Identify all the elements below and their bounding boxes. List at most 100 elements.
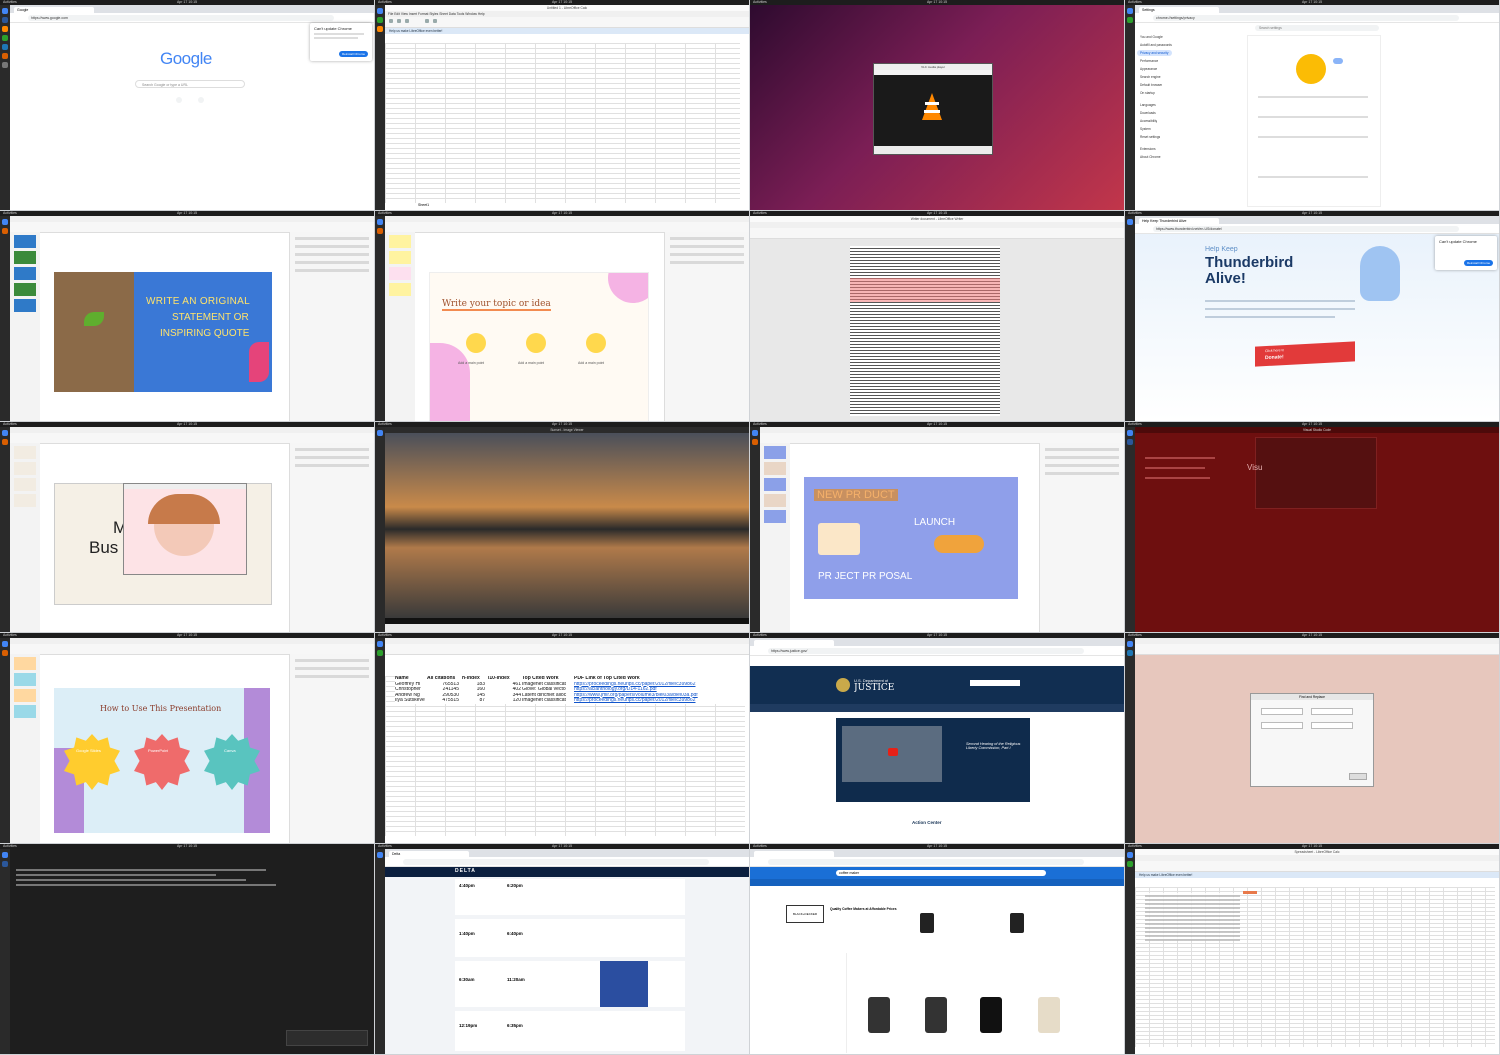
slide-thumb[interactable] — [389, 235, 411, 248]
impress-icon[interactable] — [752, 439, 758, 445]
play-icon[interactable] — [888, 748, 898, 756]
slide-thumb[interactable] — [764, 478, 786, 491]
settings-nav-item[interactable]: Search engine — [1140, 75, 1161, 79]
slide-thumb[interactable] — [14, 251, 36, 264]
close-button[interactable] — [1349, 773, 1367, 780]
address-bar[interactable]: https://www.google.com — [28, 14, 334, 21]
settings-nav-item[interactable]: About Chrome — [1140, 155, 1161, 159]
property-row[interactable] — [295, 261, 369, 264]
cell-grid[interactable] — [385, 43, 740, 203]
property-row[interactable] — [295, 456, 369, 459]
chrome-icon[interactable] — [1127, 8, 1133, 14]
settings-nav-item[interactable]: Autofill and passwords — [1140, 43, 1172, 47]
property-row[interactable] — [295, 269, 369, 272]
property-row[interactable] — [295, 667, 369, 670]
replace-input[interactable] — [1311, 722, 1353, 729]
selected-cell[interactable] — [1243, 891, 1257, 894]
settings-nav-item[interactable]: Performance — [1140, 59, 1158, 63]
settings-nav-item[interactable]: Default browser — [1140, 83, 1162, 87]
vlc-controls[interactable] — [874, 146, 992, 154]
product-image[interactable] — [925, 997, 947, 1033]
product-image[interactable] — [980, 997, 1002, 1033]
slide-thumb[interactable] — [14, 283, 36, 296]
donate-badge[interactable]: Click here to Donate! — [1255, 341, 1355, 367]
property-row[interactable] — [670, 261, 744, 264]
property-row[interactable] — [295, 245, 369, 248]
vlc-menu[interactable] — [874, 70, 992, 75]
impress-icon[interactable] — [377, 228, 383, 234]
property-row[interactable] — [1045, 448, 1119, 451]
viewer-controls[interactable] — [385, 624, 749, 632]
chrome-icon[interactable] — [1127, 430, 1133, 436]
bold-icon[interactable] — [425, 19, 429, 23]
slide-thumb[interactable] — [14, 705, 36, 718]
document-page[interactable] — [850, 246, 1000, 416]
cell-i10[interactable]: 120 — [488, 698, 522, 704]
writer-icon[interactable] — [1127, 650, 1133, 656]
brand-logo[interactable]: BLACK+DECKER — [786, 905, 824, 923]
property-row[interactable] — [1045, 456, 1119, 459]
calc-icon[interactable] — [2, 35, 8, 41]
slide-thumb[interactable] — [764, 462, 786, 475]
activities-label[interactable]: Activities — [753, 0, 767, 5]
slide-thumb[interactable] — [14, 462, 36, 475]
address-bar[interactable]: https://www.justice.gov/ — [768, 647, 1084, 654]
property-row[interactable] — [670, 253, 744, 256]
chrome-icon[interactable] — [1127, 852, 1133, 858]
property-row[interactable] — [1045, 464, 1119, 467]
slide-thumb[interactable] — [389, 251, 411, 264]
property-row[interactable] — [295, 448, 369, 451]
slide-canvas[interactable]: Write your topic or idea Add a main poin… — [429, 272, 649, 421]
slide-thumb[interactable] — [14, 235, 36, 248]
calc-icon[interactable] — [1127, 861, 1133, 867]
flight-card[interactable]: 12:19pm 6:35pm — [455, 1011, 685, 1051]
command-palette[interactable] — [1255, 437, 1377, 509]
slide-canvas[interactable]: How to Use This Presentation Google Slid… — [54, 688, 270, 833]
flight-card[interactable]: 6:30am 11:20am — [455, 961, 685, 1007]
chrome-icon[interactable] — [377, 219, 383, 225]
chrome-icon[interactable] — [2, 8, 8, 14]
slide-thumb[interactable] — [14, 689, 36, 702]
doj-nav[interactable] — [750, 704, 1124, 712]
cell-top-work[interactable]: Imagenet classificat — [522, 698, 574, 704]
settings-search-input[interactable]: Search settings — [1255, 25, 1379, 31]
vlc-icon[interactable] — [377, 26, 383, 32]
product-image[interactable] — [920, 913, 934, 933]
slide-thumb[interactable] — [389, 283, 411, 296]
calc-icon[interactable] — [377, 17, 383, 23]
google-search-input[interactable]: Search Google or type a URL — [135, 80, 245, 88]
slide-thumb[interactable] — [389, 267, 411, 280]
chrome-icon[interactable] — [2, 852, 8, 858]
slide-thumb[interactable] — [14, 478, 36, 491]
chrome-icon[interactable] — [2, 641, 8, 647]
filter-sidebar[interactable] — [786, 953, 847, 1053]
italic-icon[interactable] — [433, 19, 437, 23]
cell-hindex[interactable]: 87 — [462, 698, 488, 704]
chrome-icon[interactable] — [377, 641, 383, 647]
cell-pdf-link[interactable]: https://proceedings.neurips.cc/paper/201… — [574, 698, 724, 704]
calc-icon[interactable] — [1127, 17, 1133, 23]
open-icon[interactable] — [397, 19, 401, 23]
flight-card[interactable]: 1:40pm 6:40pm — [455, 919, 685, 957]
property-row[interactable] — [295, 675, 369, 678]
chrome-icon[interactable] — [377, 430, 383, 436]
settings-nav-item[interactable]: You and Google — [1140, 35, 1163, 39]
impress-icon[interactable] — [2, 228, 8, 234]
property-row[interactable] — [295, 659, 369, 662]
address-bar[interactable]: https://www.thunderbird.net/en-US/donate… — [1153, 225, 1459, 232]
vscode-icon[interactable] — [2, 17, 8, 23]
chrome-icon[interactable] — [2, 430, 8, 436]
property-row[interactable] — [295, 253, 369, 256]
replace-input[interactable] — [1311, 708, 1353, 715]
address-bar[interactable] — [768, 858, 1084, 865]
settings-nav-item[interactable]: Downloads — [1140, 111, 1156, 115]
settings-nav-item[interactable]: Privacy and security — [1137, 50, 1172, 56]
slide-thumb[interactable] — [14, 446, 36, 459]
files-icon[interactable] — [2, 62, 8, 68]
settings-nav-item[interactable]: On startup — [1140, 91, 1155, 95]
address-bar[interactable]: chrome://settings/privacy — [1153, 14, 1459, 21]
doj-search-input[interactable] — [970, 680, 1020, 686]
property-row[interactable] — [670, 237, 744, 240]
hero-carousel[interactable]: Second Hearing of the Religious Liberty … — [836, 718, 1030, 802]
product-image[interactable] — [1010, 913, 1024, 933]
